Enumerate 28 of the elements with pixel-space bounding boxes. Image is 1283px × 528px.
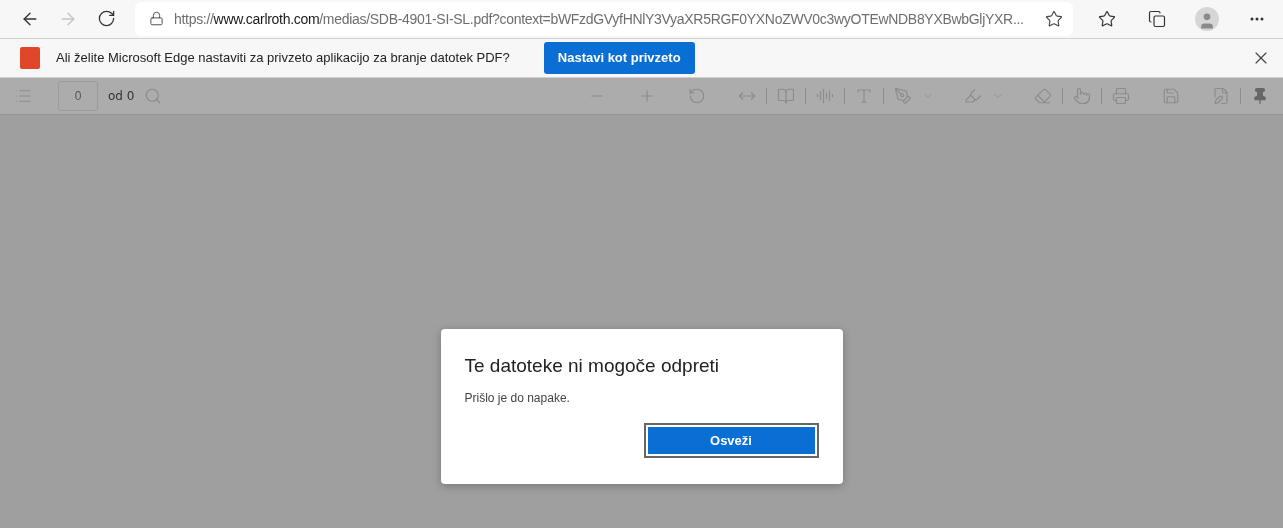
search-icon[interactable]: [144, 86, 163, 105]
address-bar[interactable]: https://www.carlroth.com/medias/SDB-4901-SI-SL.pdf?context=bWFzdGVyfHNlY3VyaXR5RGF0YXNoZWV0c3wyOTEwNDB8YXBwbGljYXR...: [135, 1, 1073, 36]
add-favorite-icon[interactable]: [1045, 9, 1063, 28]
touch-icon[interactable]: [1073, 86, 1091, 105]
refresh-dialog-button[interactable]: Osveži: [645, 425, 817, 456]
page-count: od 0: [108, 88, 135, 103]
url-text: https://www.carlroth.com/medias/SDB-4901-SI-SL.pdf?context=bWFzdGVyfHNlY3VyaXR5RGF0YXNoZWV0c3wyOTEwNDB8YXBwbGljYXR...: [174, 10, 1025, 27]
infobar-message: Ali želite Microsoft Edge nastaviti za privzeto aplikacijo za branje datotek PDF?: [56, 50, 510, 66]
highlighter-icon[interactable]: [964, 86, 982, 105]
eraser-icon[interactable]: [1034, 86, 1052, 105]
print-icon[interactable]: [1112, 86, 1130, 105]
draw-icon[interactable]: [894, 86, 912, 105]
save-as-icon[interactable]: [1212, 86, 1230, 105]
more-icon: [1250, 16, 1264, 21]
rotate-icon[interactable]: [688, 86, 706, 105]
save-icon[interactable]: [1162, 86, 1180, 105]
read-aloud-icon[interactable]: [816, 86, 834, 105]
refresh-icon: [97, 9, 117, 29]
avatar-icon: [1195, 6, 1219, 31]
set-default-button[interactable]: Nastavi kot privzeto: [543, 41, 695, 74]
dialog-title: Te datoteke ni mogoče odpreti: [464, 355, 721, 377]
pin-icon[interactable]: [1251, 86, 1269, 105]
collections-icon: [1148, 9, 1166, 28]
text-icon[interactable]: [855, 86, 873, 105]
dialog-message: Prišlo je do napake.: [464, 391, 571, 405]
lock-icon: [149, 11, 164, 27]
page-view-icon[interactable]: [777, 86, 795, 105]
star-icon: [1098, 9, 1116, 28]
